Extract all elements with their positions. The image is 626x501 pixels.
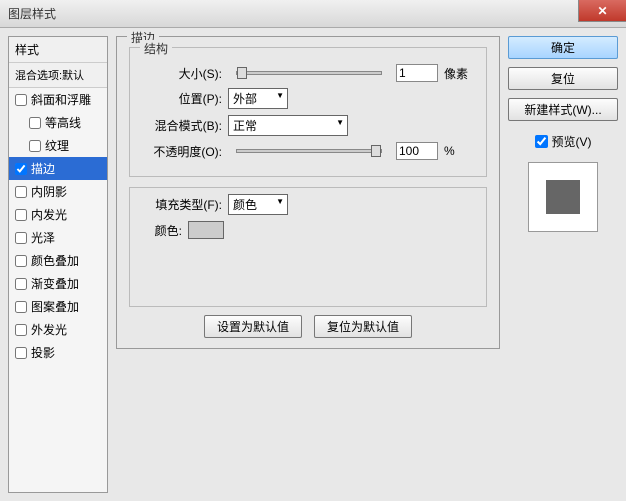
- style-item-outer-glow[interactable]: 外发光: [9, 318, 107, 341]
- style-label: 斜面和浮雕: [31, 91, 91, 108]
- checkbox-inner-shadow[interactable]: [15, 186, 27, 198]
- preview-thumbnail: [546, 180, 580, 214]
- blend-value: 正常: [233, 119, 257, 133]
- style-label: 图案叠加: [31, 298, 79, 315]
- fill-fieldset: 填充类型(F): 颜色 颜色:: [129, 187, 487, 307]
- styles-header: 样式: [9, 37, 107, 63]
- blend-label: 混合模式(B):: [142, 117, 222, 134]
- new-style-button[interactable]: 新建样式(W)...: [508, 98, 618, 121]
- opacity-slider[interactable]: [236, 149, 382, 153]
- style-item-inner-glow[interactable]: 内发光: [9, 203, 107, 226]
- checkbox-outer-glow[interactable]: [15, 324, 27, 336]
- checkbox-inner-glow[interactable]: [15, 209, 27, 221]
- style-label: 描边: [31, 160, 55, 177]
- cancel-button[interactable]: 复位: [508, 67, 618, 90]
- dialog-body: 样式 混合选项:默认 斜面和浮雕 等高线 纹理 描边 内阴影 内发光 光泽 颜色…: [0, 28, 626, 501]
- set-default-button[interactable]: 设置为默认值: [204, 315, 302, 338]
- opacity-unit: %: [444, 144, 474, 158]
- slider-thumb-icon[interactable]: [371, 145, 381, 157]
- style-label: 外发光: [31, 321, 67, 338]
- preview-label: 预览(V): [552, 133, 592, 150]
- checkbox-drop-shadow[interactable]: [15, 347, 27, 359]
- blend-select[interactable]: 正常: [228, 115, 348, 136]
- style-label: 颜色叠加: [31, 252, 79, 269]
- size-row: 大小(S): 像素: [142, 64, 474, 82]
- style-label: 渐变叠加: [31, 275, 79, 292]
- size-unit: 像素: [444, 65, 474, 82]
- position-row: 位置(P): 外部: [142, 88, 474, 109]
- close-icon: ✕: [597, 4, 607, 18]
- style-item-contour[interactable]: 等高线: [9, 111, 107, 134]
- size-input[interactable]: [396, 64, 438, 82]
- fill-type-label: 填充类型(F):: [142, 196, 222, 213]
- window-title: 图层样式: [8, 5, 56, 22]
- style-item-drop-shadow[interactable]: 投影: [9, 341, 107, 364]
- style-label: 投影: [31, 344, 55, 361]
- size-slider[interactable]: [236, 71, 382, 75]
- opacity-input[interactable]: [396, 142, 438, 160]
- slider-thumb-icon[interactable]: [237, 67, 247, 79]
- style-label: 等高线: [45, 114, 81, 131]
- style-label: 纹理: [45, 137, 69, 154]
- color-swatch[interactable]: [188, 221, 224, 239]
- reset-default-button[interactable]: 复位为默认值: [314, 315, 412, 338]
- style-label: 光泽: [31, 229, 55, 246]
- checkbox-satin[interactable]: [15, 232, 27, 244]
- style-item-inner-shadow[interactable]: 内阴影: [9, 180, 107, 203]
- titlebar: 图层样式 ✕: [0, 0, 626, 28]
- fill-type-value: 颜色: [233, 198, 257, 212]
- color-row: 颜色:: [142, 221, 474, 239]
- ok-button[interactable]: 确定: [508, 36, 618, 59]
- center-panel: 描边 结构 大小(S): 像素 位置(P): 外部 混合模式(B): 正常: [116, 36, 500, 493]
- size-label: 大小(S):: [142, 65, 222, 82]
- position-value: 外部: [233, 92, 257, 106]
- style-label: 内发光: [31, 206, 67, 223]
- preview-toggle[interactable]: 预览(V): [508, 133, 618, 150]
- opacity-label: 不透明度(O):: [142, 143, 222, 160]
- preview-box: [528, 162, 598, 232]
- preview-checkbox[interactable]: [535, 135, 548, 148]
- blend-row: 混合模式(B): 正常: [142, 115, 474, 136]
- structure-fieldset: 结构 大小(S): 像素 位置(P): 外部 混合模式(B): 正常 不透明度(…: [129, 47, 487, 177]
- checkbox-bevel[interactable]: [15, 94, 27, 106]
- style-item-gradient-overlay[interactable]: 渐变叠加: [9, 272, 107, 295]
- style-item-bevel[interactable]: 斜面和浮雕: [9, 88, 107, 111]
- position-label: 位置(P):: [142, 90, 222, 107]
- style-item-color-overlay[interactable]: 颜色叠加: [9, 249, 107, 272]
- opacity-row: 不透明度(O): %: [142, 142, 474, 160]
- position-select[interactable]: 外部: [228, 88, 288, 109]
- style-item-stroke[interactable]: 描边: [9, 157, 107, 180]
- fill-type-select[interactable]: 颜色: [228, 194, 288, 215]
- color-label: 颜色:: [142, 222, 182, 239]
- style-item-texture[interactable]: 纹理: [9, 134, 107, 157]
- checkbox-color-overlay[interactable]: [15, 255, 27, 267]
- blend-options-default[interactable]: 混合选项:默认: [9, 63, 107, 88]
- checkbox-gradient-overlay[interactable]: [15, 278, 27, 290]
- checkbox-contour[interactable]: [29, 117, 41, 129]
- stroke-fieldset: 描边 结构 大小(S): 像素 位置(P): 外部 混合模式(B): 正常: [116, 36, 500, 349]
- default-buttons: 设置为默认值 复位为默认值: [129, 315, 487, 338]
- checkbox-stroke[interactable]: [15, 163, 27, 175]
- checkbox-pattern-overlay[interactable]: [15, 301, 27, 313]
- structure-legend: 结构: [140, 40, 172, 57]
- style-label: 内阴影: [31, 183, 67, 200]
- close-button[interactable]: ✕: [578, 0, 626, 22]
- styles-list: 样式 混合选项:默认 斜面和浮雕 等高线 纹理 描边 内阴影 内发光 光泽 颜色…: [8, 36, 108, 493]
- right-panel: 确定 复位 新建样式(W)... 预览(V): [508, 36, 618, 493]
- fill-type-row: 填充类型(F): 颜色: [142, 194, 474, 215]
- style-item-pattern-overlay[interactable]: 图案叠加: [9, 295, 107, 318]
- checkbox-texture[interactable]: [29, 140, 41, 152]
- style-item-satin[interactable]: 光泽: [9, 226, 107, 249]
